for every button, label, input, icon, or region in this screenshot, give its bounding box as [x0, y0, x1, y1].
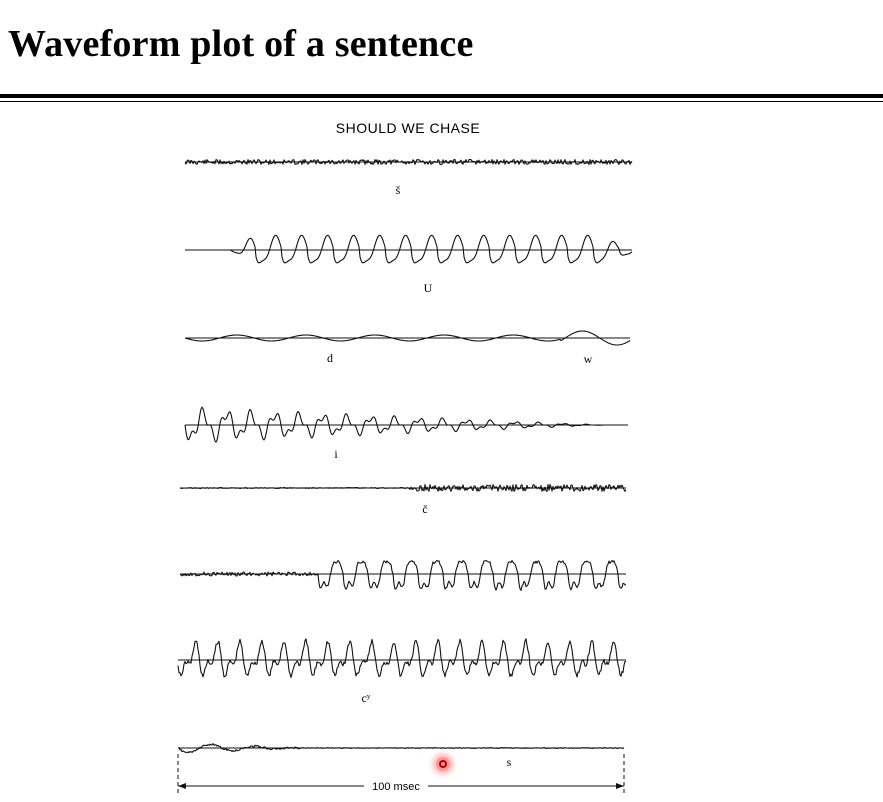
waveform-row-3: d w — [184, 330, 631, 366]
title-divider-thin — [0, 101, 883, 102]
segment-label: š — [396, 183, 401, 197]
segment-label: w — [584, 352, 593, 366]
segment-label: i — [334, 447, 338, 461]
waveform-row-7: cʸ — [177, 638, 627, 705]
page-title: Waveform plot of a sentence — [8, 23, 474, 65]
title-divider — [0, 94, 883, 98]
time-scale-bar: 100 msec — [177, 754, 625, 794]
waveform-row-2: U — [185, 234, 633, 295]
pointer-indicator — [436, 757, 450, 771]
waveform-row-4: i — [184, 406, 628, 461]
time-scale-label: 100 msec — [372, 781, 420, 793]
waveform-trace-2 — [185, 234, 633, 264]
waveform-row-5: č — [179, 483, 627, 516]
waveform-row-8: s — [177, 743, 625, 769]
waveform-trace-7 — [177, 638, 627, 679]
waveform-figure: SHOULD WE CHASE š U d w i č cʸ s 100 mse… — [177, 120, 633, 794]
segment-label: d — [327, 351, 333, 365]
segment-label: U — [424, 281, 433, 295]
segment-label: č — [422, 502, 427, 516]
waveform-row-1: š — [184, 158, 633, 197]
segment-label: s — [507, 755, 512, 769]
segment-label: cʸ — [362, 691, 371, 705]
figure-title: SHOULD WE CHASE — [336, 120, 480, 136]
waveform-row-6 — [179, 559, 627, 591]
waveform-trace-6 — [179, 559, 627, 591]
